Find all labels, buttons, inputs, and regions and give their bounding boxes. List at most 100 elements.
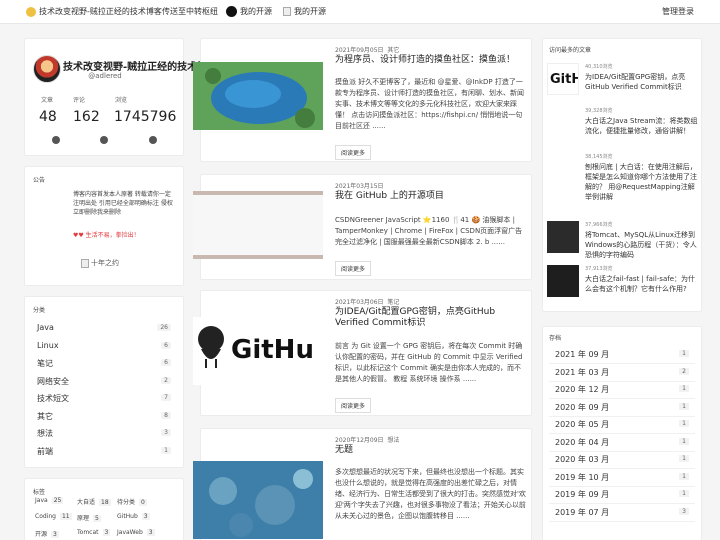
tag-count: 3 [51,531,59,538]
archive-month-link[interactable]: 2021 年 09 月 [555,349,609,360]
popular-article-title[interactable]: 大白话之fail-fast | fail-safe：为什么会有这个机制？它有什么… [585,274,699,294]
article-cover-image[interactable] [193,191,323,259]
article-card: 2020年12月09日 想法 无题 多次想想最近的状况写下来，但最终也没想出一个… [193,428,532,540]
read-more-button[interactable]: 阅读更多 [335,145,372,160]
popular-article-title[interactable]: 为IDEA/Git配置GPG密钥，点亮GitHub Verified Commi… [585,72,699,92]
archive-month-link[interactable]: 2019 年 10 月 [555,472,609,483]
wechat-icon[interactable] [100,136,108,144]
article-category[interactable]: 笔记 [387,299,399,306]
top-nav: 技术改变视野-贼拉正经的技术博客 传送至中转枢纽 我的开源 我的开源 管理登录 [0,0,720,24]
article-title[interactable]: 无题 [335,445,525,456]
article-date: 2020年12月09日 [335,437,384,444]
category-count-badge: 1 [161,446,171,454]
popular-heading: 访问最多的文章 [549,47,592,54]
github-icon [226,6,237,17]
archive-count-badge: 2 [679,367,689,375]
popular-article-title[interactable]: 将Tomcat、MySQL从Linux迁移到Windows的心路历程（干货）：令… [585,230,699,260]
tag-name: GitHub [117,513,138,520]
nav-opensource-label: 我的开源 [240,7,272,16]
stat-label-comments: 评论 [73,97,86,104]
article-cover-image[interactable] [193,62,323,130]
article-excerpt: CSDNGreener JavaScript ⭐1160 🍴41 🍪 油猴脚本 … [335,216,523,246]
site-logo-icon [26,6,36,17]
archive-count-badge: 3 [679,507,689,515]
category-item[interactable]: 前端 [37,446,53,457]
category-item[interactable]: 网络安全 [37,376,69,387]
category-item[interactable]: 笔记 [37,358,53,369]
category-item[interactable]: Java [37,323,54,332]
tag-name: 开源 [35,531,48,538]
archive-month-link[interactable]: 2019 年 07 月 [555,507,609,518]
tag-item[interactable]: 待分类 0 [117,497,147,506]
popular-article-views: 38,145浏览 [585,154,613,160]
tag-name: JavaWeb [117,529,143,536]
article-cover-image[interactable] [193,461,323,539]
category-item[interactable]: 其它 [37,411,53,422]
category-item[interactable]: 想法 [37,428,53,439]
article-date: 2021年03月06日 [335,299,384,306]
popular-article-title[interactable]: 刨根问底 | 大白话：在使用注解后，框架是怎么知道你哪个方法使用了注解的？ 用@… [585,162,699,202]
popular-article-thumbnail[interactable] [547,153,579,185]
tags-card: 标签 Java 25 大自适 18 待分类 0 Coding 11 原理 5 GitHub 3 开源 3 T… [24,478,184,540]
github-share-icon[interactable] [149,136,157,144]
archive-month-link[interactable]: 2020 年 12 月 [555,384,609,395]
broken-image-icon [283,7,291,16]
tag-item[interactable]: Tomcat 3 [77,529,111,536]
tag-item[interactable]: 原理 5 [77,513,101,522]
archive-heading: 存档 [549,335,562,342]
article-category[interactable]: 其它 [387,47,399,54]
stat-value-articles: 48 [39,109,57,125]
archive-divider [549,398,695,399]
article-category[interactable]: 想法 [387,437,399,444]
tag-item[interactable]: 开源 3 [35,529,59,538]
tag-name: 原理 [77,515,90,522]
tag-item[interactable]: Java 25 [35,497,64,504]
popular-article-thumbnail[interactable] [547,265,579,297]
nav-home-link[interactable]: 技术改变视野-贼拉正经的技术博客 [26,6,162,17]
popular-article-thumbnail[interactable]: GitH [547,63,579,95]
tag-item[interactable]: JavaWeb 3 [117,529,155,536]
tag-count: 3 [102,529,111,536]
archive-month-link[interactable]: 2020 年 04 月 [555,437,609,448]
read-more-button[interactable]: 阅读更多 [335,398,372,413]
popular-article-thumbnail[interactable] [547,221,579,253]
article-title[interactable]: 我在 GitHub 上的开源项目 [335,191,525,202]
notice-heading: 公告 [33,177,46,184]
category-count-badge: 6 [161,359,171,366]
popular-article-thumbnail[interactable] [547,107,579,139]
archive-month-link[interactable]: 2021 年 03 月 [555,367,609,378]
nav-opensource-image-link[interactable]: 我的开源 [283,6,326,17]
archive-count-badge: 1 [679,420,689,427]
nav-opensource-link[interactable]: 我的开源 [226,6,272,17]
tag-item[interactable]: GitHub 3 [117,513,150,520]
archive-divider [549,363,695,364]
stat-label-views: 浏览 [115,97,128,104]
archive-count-badge: 1 [679,490,689,497]
ten-year-pact-link[interactable]: 十年之约 [81,258,119,268]
tag-item[interactable]: Coding 11 [35,513,72,520]
tag-name: 待分类 [117,499,136,506]
article-date: 2021年09月05日 [335,47,384,54]
archive-month-link[interactable]: 2020 年 03 月 [555,454,609,465]
read-more-button[interactable]: 阅读更多 [335,261,372,276]
category-item[interactable]: 技术短文 [37,393,69,404]
tags-heading: 标签 [33,489,46,496]
broken-image-icon [81,258,89,268]
archive-month-link[interactable]: 2019 年 09 月 [555,489,609,500]
qq-icon[interactable] [52,136,60,144]
article-cover-image[interactable]: GitHu [193,317,323,385]
article-title[interactable]: 为程序员、设计师打造的摸鱼社区：摸鱼派！ [335,55,525,66]
notice-text: 博客内容首发本人原著 转载请你一定注明出处 引用已经全部明确标注 侵权立即删除我… [73,191,173,216]
tag-name: Tomcat [77,529,99,536]
admin-login-link[interactable]: 管理登录 [662,6,694,17]
popular-article-title[interactable]: 大白话之Java Stream流：将类数组流化，便捷批量修改，通俗讲解！ [585,116,699,136]
nav-hub-link[interactable]: 传送至中转枢纽 [162,6,218,17]
tag-count: 3 [141,513,150,520]
tag-item[interactable]: 大自适 18 [77,497,111,506]
archive-month-link[interactable]: 2020 年 09 月 [555,402,609,413]
article-title[interactable]: 为IDEA/Git配置GPG密钥，点亮GitHub Verified Commi… [335,307,525,329]
tag-count: 25 [51,497,64,504]
archive-month-link[interactable]: 2020 年 05 月 [555,419,609,430]
category-item[interactable]: Linux [37,341,59,350]
archive-divider [549,433,695,434]
